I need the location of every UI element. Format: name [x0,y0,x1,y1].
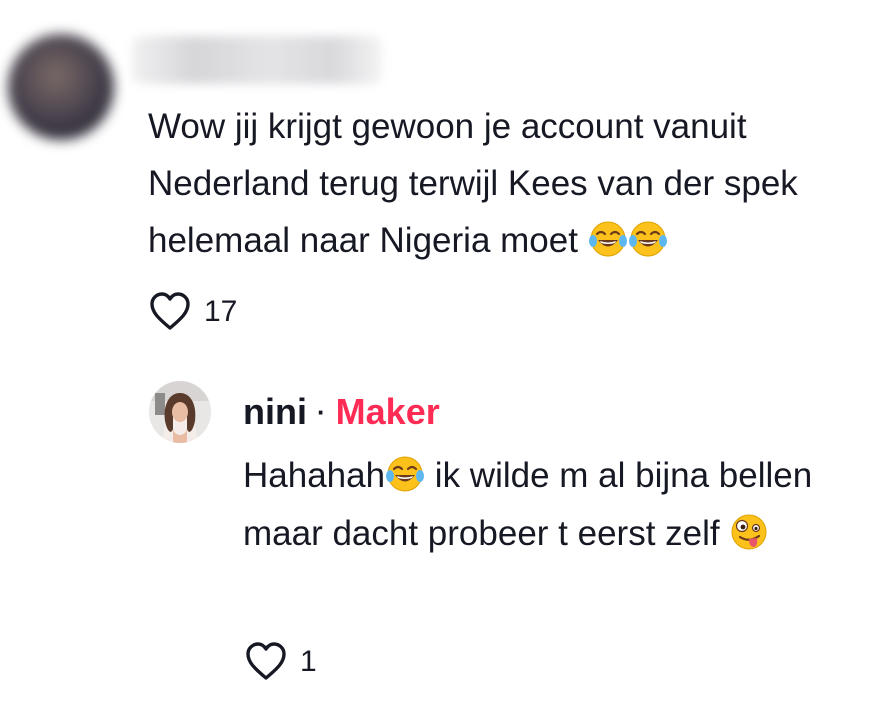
comment-username-blurred[interactable]: dsbarry96 [132,36,382,84]
separator-dot: · [316,396,326,427]
reply-header: nini · Maker [243,388,440,436]
heart-outline-icon[interactable] [148,290,192,334]
laughing-crying-emoji-icon [628,221,667,257]
avatar[interactable] [149,381,211,443]
avatar[interactable] [8,34,114,140]
user-avatar-icon [149,381,211,443]
creator-badge: Maker [335,391,440,432]
like-button[interactable]: 17 [148,288,237,336]
comment-text-body: Wow jij krijgt gewoon je account vanuit … [148,107,798,260]
laughing-crying-emoji-icon [588,221,627,257]
comment-username[interactable]: dsbarry96 [132,36,203,53]
comment-text: Wow jij krijgt gewoon je account vanuit … [148,98,878,269]
heart-outline-icon[interactable] [244,640,288,684]
laughing-crying-emoji-icon [386,456,425,492]
reply-username[interactable]: nini [243,391,307,433]
like-count: 1 [300,645,317,678]
like-count: 17 [204,295,238,328]
like-button[interactable]: 1 [244,638,317,686]
reply-text: Hahahah ik wilde m al bijna bellen maar … [243,447,883,563]
reply-text-part1: Hahahah [243,456,386,495]
zany-face-emoji-icon [731,514,767,550]
